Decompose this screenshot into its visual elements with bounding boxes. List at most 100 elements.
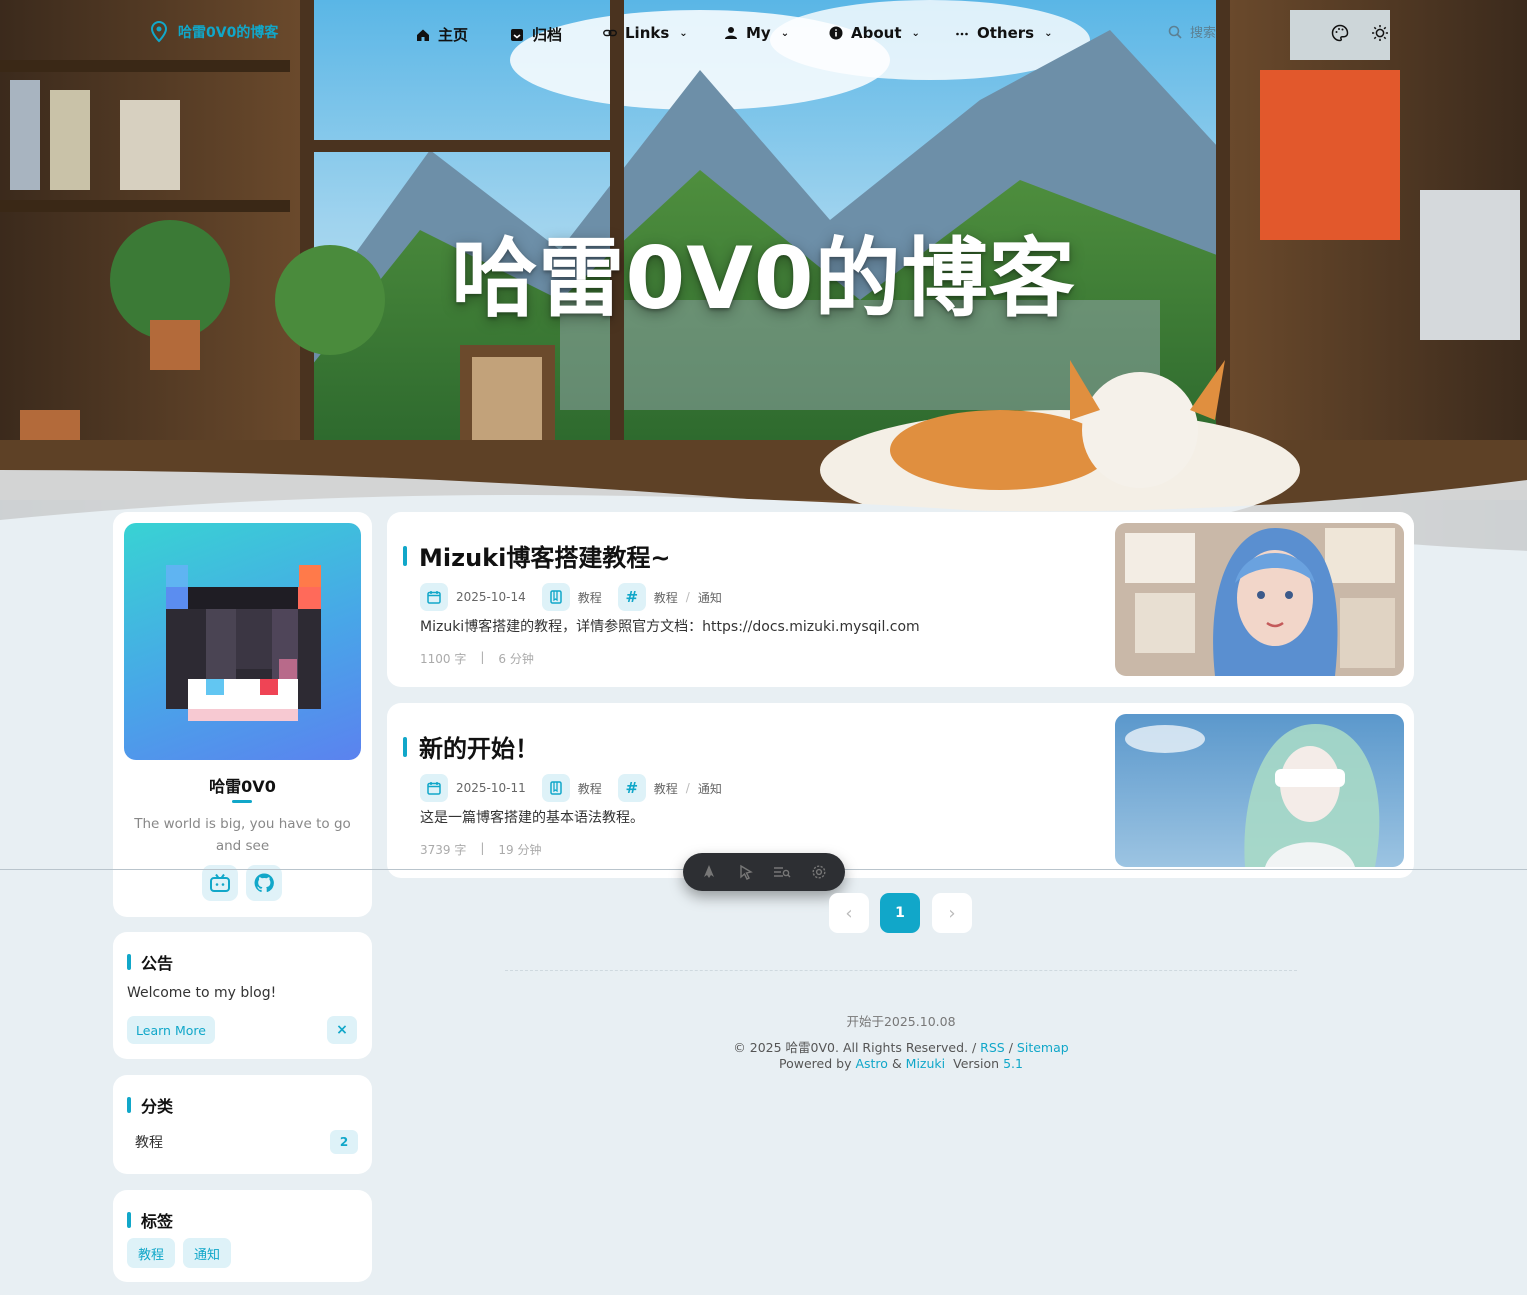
post-title-text: Mizuki博客搭建教程~: [419, 544, 671, 572]
powered-by-text: Powered by: [779, 1056, 852, 1071]
profile-card: 哈雷0V0 The world is big, you have to go a…: [113, 512, 372, 917]
next-page-button[interactable]: ›: [932, 893, 972, 933]
word-count: 1100 字: [420, 652, 467, 666]
post-category-link[interactable]: 教程: [578, 780, 602, 797]
nav-label-links: Links: [625, 24, 670, 42]
post-tag-link[interactable]: 教程: [654, 780, 678, 797]
categories-header: 分类: [127, 1093, 173, 1117]
nav-item-others[interactable]: Others ⌄: [955, 24, 1053, 42]
nav-label-home: 主页: [438, 26, 469, 44]
search-placeholder: 搜索: [1190, 26, 1217, 41]
post-description: 这是一篇博客搭建的基本语法教程。: [420, 810, 644, 826]
search-box[interactable]: 搜索: [1168, 22, 1216, 41]
footer-since: 开始于2025.10.08: [846, 1014, 956, 1029]
post-category-link[interactable]: 教程: [578, 589, 602, 606]
announcement-header: 公告: [127, 950, 173, 974]
announcement-card: 公告 Welcome to my blog! Learn More ×: [113, 932, 372, 1059]
page-1-button[interactable]: 1: [880, 893, 920, 933]
post-meta: 2025-10-14 教程 # 教程 / 通知: [420, 583, 722, 611]
sitemap-link[interactable]: Sitemap: [1017, 1040, 1069, 1055]
post-tag-link[interactable]: 通知: [698, 589, 722, 606]
nav-label-others: Others: [977, 24, 1035, 42]
bilibili-link[interactable]: [202, 865, 238, 901]
nav-item-my[interactable]: My ⌄: [724, 24, 789, 42]
categories-title: 分类: [141, 1097, 174, 1116]
read-time: 19 分钟: [498, 843, 542, 857]
post-tag-link[interactable]: 教程: [654, 589, 678, 606]
profile-bio: The world is big, you have to go and see: [134, 816, 351, 854]
previous-page-button[interactable]: ‹: [829, 893, 869, 933]
category-item[interactable]: 教程 2: [127, 1128, 358, 1156]
word-count: 3739 字: [420, 843, 467, 857]
chevron-down-icon: ⌄: [911, 27, 920, 39]
copyright-text: © 2025 哈雷0V0. All Rights Reserved. /: [733, 1040, 977, 1055]
name-underline: [232, 800, 252, 803]
github-icon: [254, 873, 274, 893]
footer-copyright: © 2025 哈雷0V0. All Rights Reserved. / RSS…: [505, 1037, 1297, 1056]
post-title[interactable]: Mizuki博客搭建教程~: [403, 538, 670, 573]
title-accent-bar: [127, 954, 131, 970]
chevron-down-icon: ⌄: [1044, 27, 1053, 39]
footer-slash: /: [1008, 1040, 1013, 1055]
top-navbar: 哈雷0V0的博客 主页 归档 Links ⌄ My ⌄ About ⌄ Othe…: [0, 14, 1527, 54]
version-label: Version: [953, 1056, 1000, 1071]
version-number: 5.1: [1003, 1056, 1023, 1071]
user-icon: [725, 27, 737, 39]
nav-item-about[interactable]: About ⌄: [829, 24, 920, 42]
post-date: 2025-10-11: [456, 781, 526, 795]
avatar[interactable]: [124, 523, 361, 760]
post-tag-link[interactable]: 通知: [698, 780, 722, 797]
archive-icon: [511, 28, 523, 41]
post-cover-image[interactable]: [1115, 714, 1404, 867]
chevron-down-icon: ⌄: [780, 27, 790, 39]
post-card[interactable]: Mizuki博客搭建教程~ 2025-10-14 教程 # 教程 / 通知 Mi…: [387, 512, 1414, 687]
read-time: 6 分钟: [498, 652, 534, 666]
theme-palette-button[interactable]: [1329, 22, 1351, 44]
sun-icon: [1372, 25, 1388, 41]
footer-amp: &: [891, 1056, 902, 1071]
post-description: Mizuki博客搭建的教程，详情参照官方文档：https://docs.mizu…: [420, 619, 920, 635]
light-mode-button[interactable]: [1369, 22, 1391, 44]
nav-item-home[interactable]: 主页: [416, 24, 468, 45]
stats-divider: |: [480, 841, 485, 855]
post-title-text: 新的开始！: [419, 735, 539, 763]
inspect-icon[interactable]: [734, 860, 758, 884]
home-icon: [417, 29, 429, 41]
nav-item-archive[interactable]: 归档: [510, 24, 562, 45]
post-card[interactable]: 新的开始！ 2025-10-11 教程 # 教程 / 通知 这是一篇博客搭建的基…: [387, 703, 1414, 878]
more-icon: [956, 32, 968, 36]
close-announcement-button[interactable]: ×: [327, 1016, 357, 1044]
rss-link[interactable]: RSS: [980, 1040, 1005, 1055]
github-link[interactable]: [246, 865, 282, 901]
tags-card: 标签 教程 通知: [113, 1190, 372, 1282]
location-pin-icon: [150, 20, 168, 43]
learn-more-button[interactable]: Learn More: [127, 1016, 215, 1044]
cover-illustration: [1115, 523, 1404, 676]
hashtag-icon: #: [617, 583, 646, 611]
footer-powered: Powered by Astro & Mizuki Version 5.1: [505, 1056, 1297, 1071]
pixel-avatar-image: [166, 565, 321, 721]
astro-link[interactable]: Astro: [855, 1056, 887, 1071]
post-cover-image[interactable]: [1115, 523, 1404, 676]
tag-chip[interactable]: 通知: [183, 1238, 231, 1268]
palette-icon: [1331, 24, 1349, 42]
tags-header: 标签: [127, 1208, 173, 1232]
book-icon: [541, 583, 570, 611]
nav-label-about: About: [851, 24, 902, 42]
post-title[interactable]: 新的开始！: [403, 729, 539, 764]
nav-item-links[interactable]: Links ⌄: [603, 24, 688, 42]
link-icon: [603, 29, 617, 37]
title-accent-bar: [127, 1212, 131, 1228]
settings-gear-icon[interactable]: [807, 860, 831, 884]
mizuki-link[interactable]: Mizuki: [906, 1056, 945, 1071]
cover-illustration: [1115, 714, 1404, 867]
floating-toolbar: [683, 853, 845, 891]
post-date: 2025-10-14: [456, 590, 526, 604]
astro-icon[interactable]: [697, 860, 721, 884]
post-stats: 3739 字 | 19 分钟: [420, 841, 542, 858]
site-logo[interactable]: 哈雷0V0的博客: [148, 20, 278, 44]
info-icon: [829, 26, 843, 40]
audit-icon[interactable]: [770, 860, 794, 884]
tag-chip[interactable]: 教程: [127, 1238, 175, 1268]
title-accent-bar: [403, 545, 407, 566]
